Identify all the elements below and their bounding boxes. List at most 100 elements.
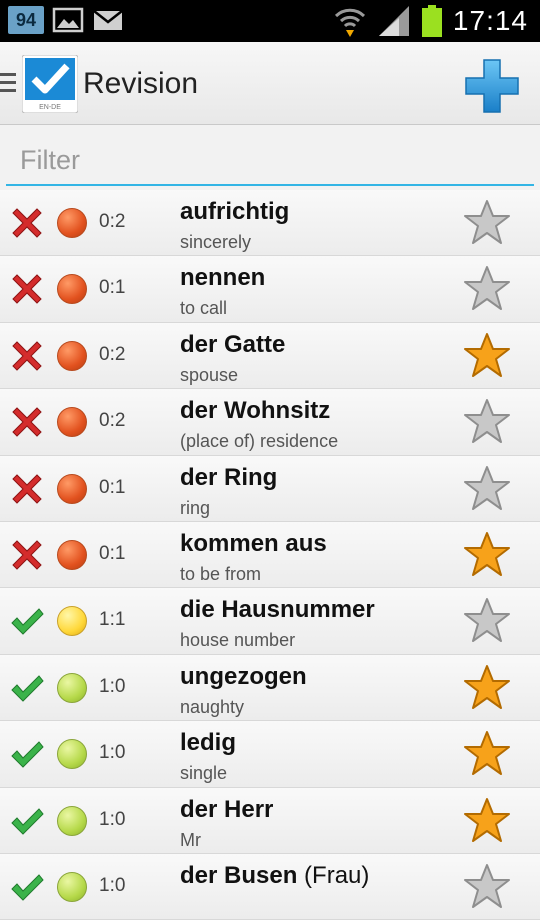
word-term: der Gatte [180,331,285,359]
correct-answer-icon [11,874,44,901]
list-item[interactable]: 1:0 ungezogen naughty [0,654,540,722]
drawer-menu-icon[interactable] [0,73,16,97]
score-ratio: 0:1 [99,542,126,564]
correct-answer-icon [11,608,44,636]
word-term: der Herr [180,796,273,824]
star-filled-icon[interactable] [462,729,512,779]
list-item[interactable]: 0:2 aufrichtig sincerely [0,190,540,257]
learning-level-indicator [57,208,87,238]
word-translation: single [180,763,228,784]
word-text: der Ring [180,463,278,491]
list-item[interactable]: 1:0 der Herr Mr [0,787,540,854]
notification-count-badge: 94 [8,6,44,34]
star-outline-icon[interactable] [462,596,512,646]
app-logo-icon[interactable]: EN-DE [22,55,78,113]
word-annotation: (Frau) [297,861,370,889]
word-text: der Gatte [180,330,286,358]
learning-level-indicator [57,606,87,637]
signal-icon [378,6,409,36]
list-item[interactable]: 1:0 ledig single [0,721,540,788]
add-word-button[interactable] [464,58,520,114]
learning-level-indicator [57,274,87,305]
word-text: der Herr [180,795,274,823]
score-ratio: 1:0 [99,742,126,764]
wrong-answer-icon [12,208,42,238]
status-bar-notifications: 94 [8,6,124,34]
score-ratio: 0:1 [99,476,126,498]
wrong-answer-icon [12,473,42,504]
learning-level-indicator [57,539,87,570]
word-translation: (place of) residence [180,431,339,452]
list-item[interactable]: 0:1 kommen aus to be from [0,521,540,589]
score-ratio: 0:2 [99,211,126,232]
word-list: 0:2 aufrichtig sincerely 0:1 nennen to c… [0,190,540,920]
page-title: Revision [83,67,199,100]
word-translation: naughty [180,696,245,717]
list-item[interactable]: 1:1 die Hausnummer house number [0,588,540,655]
star-outline-icon[interactable] [462,264,512,314]
score-ratio: 0:1 [99,277,126,299]
learning-level-indicator [57,871,87,902]
gallery-icon [52,7,84,33]
star-filled-icon[interactable] [462,530,512,580]
word-text: aufrichtig [180,198,290,225]
star-filled-icon[interactable] [462,663,512,713]
word-translation: sincerely [180,232,252,252]
word-text: ungezogen [180,662,307,690]
score-ratio: 0:2 [99,410,126,432]
word-translation: Mr [180,829,201,850]
learning-level-indicator [57,672,87,703]
word-term: die Hausnummer [180,596,375,624]
word-translation: house number [180,630,296,651]
word-translation: spouse [180,364,239,385]
star-outline-icon[interactable] [462,397,512,447]
word-translation: to be from [180,563,262,584]
word-text: die Hausnummer [180,596,375,624]
learning-level-indicator [57,473,87,504]
list-item[interactable]: 0:1 der Ring ring [0,455,540,522]
word-term: nennen [180,264,265,292]
score-ratio: 1:0 [99,874,126,896]
wrong-answer-icon [12,341,42,371]
status-bar: 94 17:14 [0,0,540,42]
word-term: ungezogen [180,663,307,691]
wifi-icon [334,8,365,37]
list-item[interactable]: 0:2 der Gatte spouse [0,322,540,390]
word-term: der Ring [180,464,277,492]
word-text: ledig [180,729,237,757]
word-term: der Busen (Frau) [180,862,369,890]
learning-level-indicator [57,739,87,770]
word-translation: to call [180,298,228,319]
word-term: ledig [180,729,236,757]
battery-icon [421,5,442,37]
word-term: der Wohnsitz [180,397,330,425]
wrong-answer-icon [12,407,42,437]
correct-answer-icon [11,807,44,835]
word-translation: ring [180,497,211,518]
score-ratio: 1:0 [99,808,126,830]
star-outline-icon[interactable] [462,862,512,912]
word-text: nennen [180,264,266,292]
word-text: der Busen [180,861,298,889]
clock: 17:14 [452,5,528,36]
score-ratio: 0:2 [99,343,126,365]
star-outline-icon[interactable] [462,464,512,514]
mail-icon [93,10,123,30]
correct-answer-icon [11,741,44,768]
learning-level-indicator [57,340,87,371]
star-filled-icon[interactable] [462,331,512,381]
learning-level-indicator [57,407,87,438]
action-bar: EN-DE Revision [0,42,540,125]
star-outline-icon[interactable] [462,198,512,248]
list-item[interactable]: 1:0 der Busen (Frau) [0,853,540,920]
list-item[interactable]: 0:1 nennen to call [0,256,540,323]
filter-input[interactable] [6,136,534,186]
score-ratio: 1:0 [99,675,126,697]
list-item[interactable]: 0:2 der Wohnsitz (place of) residence [0,389,540,456]
wrong-answer-icon [12,540,42,570]
score-ratio: 1:1 [99,609,126,631]
logo-caption: EN-DE [39,104,61,111]
star-filled-icon[interactable] [462,796,512,846]
status-bar-system: 17:14 [333,4,528,38]
word-term: aufrichtig [180,198,289,226]
